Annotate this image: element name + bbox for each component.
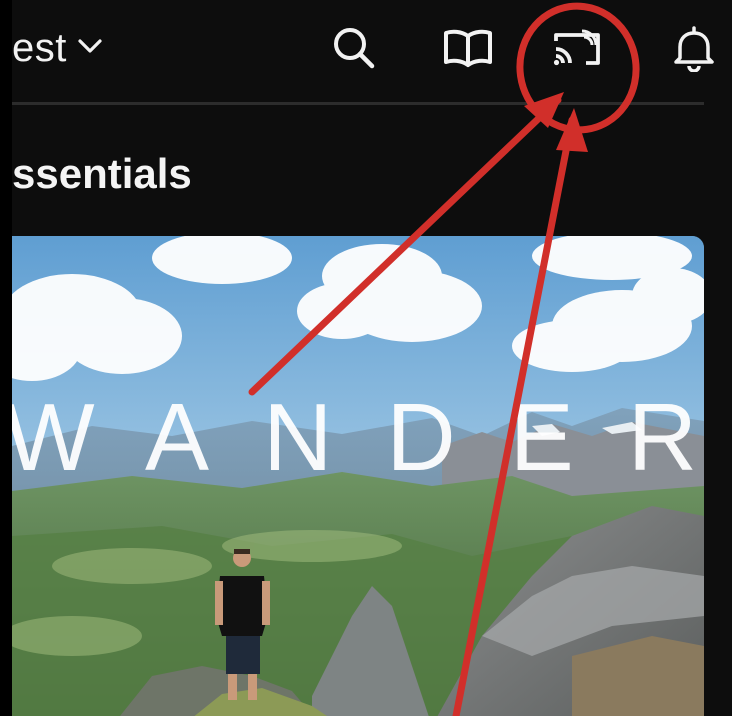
- hero-title: WANDER: [12, 384, 704, 491]
- arrowhead-2: [556, 108, 588, 152]
- top-bar: est: [12, 0, 732, 100]
- chevron-down-icon: [77, 37, 103, 60]
- filter-dropdown-label: est: [12, 26, 67, 70]
- search-icon: [331, 25, 377, 76]
- cast-icon: [550, 25, 606, 76]
- cast-button[interactable]: [552, 24, 604, 76]
- open-book-icon: [442, 26, 494, 75]
- search-button[interactable]: [328, 24, 380, 76]
- left-edge: [0, 0, 12, 716]
- filter-dropdown[interactable]: est: [12, 26, 103, 71]
- section-title: ssentials: [12, 150, 192, 197]
- notifications-button[interactable]: [668, 24, 720, 76]
- header-divider: [12, 102, 704, 105]
- hero-card[interactable]: WANDER: [12, 236, 704, 716]
- app-screen: est ssentials WANDER: [0, 0, 732, 716]
- library-button[interactable]: [442, 24, 494, 76]
- bell-icon: [672, 24, 716, 77]
